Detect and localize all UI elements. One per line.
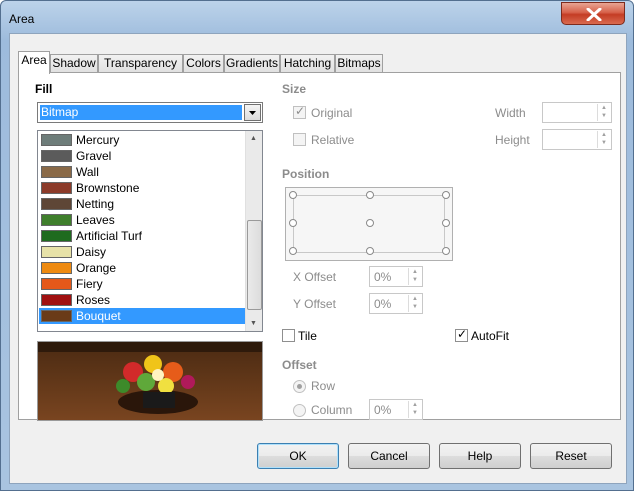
y-offset-label: Y Offset — [293, 297, 336, 311]
chevron-down-icon — [249, 111, 256, 115]
bitmap-swatch — [41, 150, 72, 162]
list-item[interactable]: Gravel — [39, 148, 245, 164]
tile-label: Tile — [298, 329, 317, 343]
list-item-selected[interactable]: Bouquet — [39, 308, 245, 324]
original-checkbox[interactable]: ✓ — [293, 105, 306, 119]
position-grid[interactable] — [285, 187, 453, 261]
list-item[interactable]: Orange — [39, 260, 245, 276]
row-label: Row — [311, 379, 336, 393]
position-point[interactable] — [289, 247, 297, 255]
list-item[interactable]: Wall — [39, 164, 245, 180]
list-item[interactable]: Artificial Turf — [39, 228, 245, 244]
bitmap-swatch — [41, 166, 72, 178]
bitmap-swatch — [41, 246, 72, 258]
list-item[interactable]: Fiery — [39, 276, 245, 292]
position-point[interactable] — [366, 219, 374, 227]
list-item[interactable]: Brownstone — [39, 180, 245, 196]
original-label: Original — [311, 106, 353, 120]
bitmap-swatch — [41, 214, 72, 226]
dialog-window: Area Area Shadow Transparency Colors Gra… — [0, 0, 634, 491]
position-point[interactable] — [366, 247, 374, 255]
size-heading: Size — [282, 82, 307, 96]
x-offset-stepper[interactable]: ▲ ▼ — [408, 268, 421, 285]
bitmap-swatch — [41, 182, 72, 194]
tab-gradients[interactable]: Gradients — [224, 54, 280, 73]
position-point[interactable] — [289, 191, 297, 199]
close-button[interactable] — [561, 2, 625, 25]
relative-label: Relative — [311, 133, 355, 147]
offset-value-field[interactable]: 0% ▲ ▼ — [369, 399, 423, 420]
bitmap-swatch — [41, 198, 72, 210]
list-scrollbar[interactable]: ▲ ▼ — [245, 131, 262, 331]
offset-heading: Offset — [282, 358, 317, 372]
bitmap-swatch — [41, 294, 72, 306]
bitmap-swatch — [41, 262, 72, 274]
fill-type-value: Bitmap — [40, 105, 242, 120]
tab-transparency[interactable]: Transparency — [98, 54, 183, 73]
scroll-down-icon[interactable]: ▼ — [250, 320, 257, 327]
height-field[interactable]: ▲ ▼ — [542, 129, 612, 150]
help-button[interactable]: Help — [439, 443, 521, 469]
fill-type-select[interactable]: Bitmap — [37, 102, 263, 123]
bitmap-list[interactable]: Mercury Gravel Wall Brownstone Netting L… — [37, 130, 263, 332]
list-item[interactable]: Netting — [39, 196, 245, 212]
bitmap-swatch — [41, 134, 72, 146]
position-point[interactable] — [366, 191, 374, 199]
list-item[interactable]: Daisy — [39, 244, 245, 260]
x-offset-field[interactable]: 0% ▲ ▼ — [369, 266, 423, 287]
x-offset-label: X Offset — [293, 270, 337, 284]
tab-colors[interactable]: Colors — [183, 54, 224, 73]
relative-checkbox[interactable] — [293, 133, 306, 146]
scroll-up-icon[interactable]: ▲ — [250, 135, 257, 142]
tab-hatching[interactable]: Hatching — [280, 54, 335, 73]
close-icon — [586, 8, 602, 21]
position-point[interactable] — [442, 247, 450, 255]
window-title: Area — [9, 12, 35, 26]
position-heading: Position — [282, 167, 330, 181]
tile-checkbox[interactable] — [282, 329, 295, 342]
row-radio[interactable] — [293, 380, 306, 393]
ok-button[interactable]: OK — [257, 443, 339, 469]
list-item[interactable]: Leaves — [39, 212, 245, 228]
tab-shadow[interactable]: Shadow — [50, 54, 98, 73]
bitmap-swatch — [41, 230, 72, 242]
height-label: Height — [495, 133, 530, 147]
tab-bitmaps[interactable]: Bitmaps — [335, 54, 383, 73]
list-item[interactable]: Roses — [39, 292, 245, 308]
scrollbar-thumb[interactable] — [247, 220, 262, 310]
height-stepper[interactable]: ▲ ▼ — [597, 131, 610, 148]
column-label: Column — [311, 403, 353, 417]
bitmap-swatch — [41, 278, 72, 290]
position-point[interactable] — [442, 219, 450, 227]
bitmap-swatch — [41, 310, 72, 322]
reset-button[interactable]: Reset — [530, 443, 612, 469]
bouquet-preview-image — [38, 342, 262, 420]
width-field[interactable]: ▲ ▼ — [542, 102, 612, 123]
width-label: Width — [495, 106, 526, 120]
dropdown-arrow[interactable] — [244, 104, 261, 121]
y-offset-stepper[interactable]: ▲ ▼ — [408, 295, 421, 312]
tab-area[interactable]: Area — [18, 51, 50, 74]
list-item[interactable]: Mercury — [39, 132, 245, 148]
autofit-label: AutoFit — [471, 329, 510, 343]
position-point[interactable] — [289, 219, 297, 227]
y-offset-field[interactable]: 0% ▲ ▼ — [369, 293, 423, 314]
column-radio[interactable] — [293, 404, 306, 417]
offset-stepper[interactable]: ▲ ▼ — [408, 401, 421, 418]
fill-heading: Fill — [35, 82, 53, 96]
bitmap-preview — [37, 341, 263, 421]
width-stepper[interactable]: ▲ ▼ — [597, 104, 610, 121]
position-point[interactable] — [442, 191, 450, 199]
cancel-button[interactable]: Cancel — [348, 443, 430, 469]
autofit-checkbox[interactable]: ✓ — [455, 328, 468, 342]
